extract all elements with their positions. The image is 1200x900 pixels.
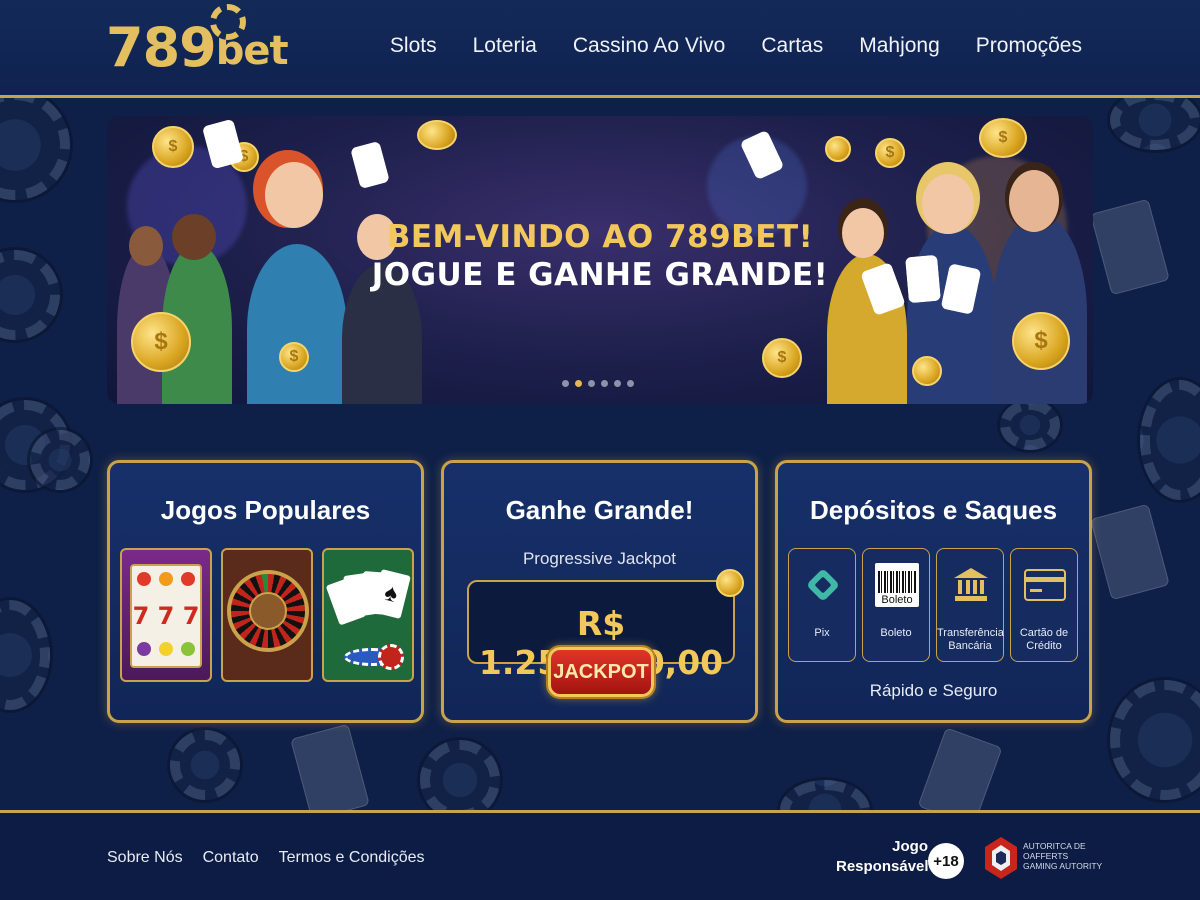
main-nav: Slots Loteria Cassino Ao Vivo Cartas Mah… (390, 30, 1082, 62)
coin-icon (825, 136, 851, 162)
jackpot-subtitle: Progressive Jackpot (522, 549, 677, 568)
site-header: 789 bet Slots Loteria Cassino Ao Vivo Ca… (0, 0, 1200, 98)
carousel-dot-active[interactable] (575, 380, 582, 387)
jackpot-panel-title: Ganhe Grande! (505, 495, 694, 525)
coin-icon: $ (279, 342, 309, 372)
nav-cassino-ao-vivo[interactable]: Cassino Ao Vivo (573, 30, 726, 62)
carousel-dots (562, 380, 634, 387)
person-illustration (247, 244, 347, 404)
poker-chip-icon (210, 4, 246, 40)
nav-mahjong[interactable]: Mahjong (859, 30, 940, 62)
payments-panel: Depósitos e Saques Pix Boleto Boleto Tra… (775, 460, 1092, 723)
coin-icon: $ (979, 118, 1027, 158)
hero-title-line1: BEM-VINDO AO 789BET! (386, 219, 814, 255)
hero-title-line2: JOGUE E GANHE GRANDE! (371, 257, 829, 293)
carousel-dot[interactable] (601, 380, 608, 387)
gaming-authority-logo-icon (983, 835, 1019, 881)
credit-card-icon (1023, 563, 1067, 607)
playing-card-icon (905, 254, 941, 304)
nav-slots[interactable]: Slots (390, 30, 437, 62)
responsible-line1: Jogo (892, 838, 928, 855)
bank-icon (949, 563, 993, 607)
jackpot-panel: Ganhe Grande! Progressive Jackpot R$ 1.2… (441, 460, 758, 723)
roulette-game[interactable] (221, 548, 313, 682)
popular-games-list: 7 7 7 ♠ (120, 548, 414, 682)
slot-reels: 7 7 7 (132, 602, 200, 630)
person-head (842, 208, 884, 258)
payment-credit-card[interactable]: Cartão de Crédito (1010, 548, 1078, 662)
barcode-text: Boleto (881, 594, 913, 606)
playing-card-icon (350, 140, 390, 190)
person-head (265, 162, 323, 228)
gaming-authority-text: AUTORITCA DE OAFFERTS GAMING AUTORITY (1023, 841, 1103, 871)
barcode-icon: Boleto (875, 563, 919, 607)
payment-label: Cartão de Crédito (1019, 627, 1069, 652)
footer-links: Sobre Nós Contato Termos e Condições (107, 849, 424, 867)
carousel-dot[interactable] (562, 380, 569, 387)
person-head (172, 214, 216, 260)
slot-machine-game[interactable]: 7 7 7 (120, 548, 212, 682)
payments-title: Depósitos e Saques (809, 495, 1058, 525)
person-head (129, 226, 163, 266)
payment-label: Boleto (880, 627, 912, 639)
hero-title: BEM-VINDO AO 789BET! JOGUE E GANHE GRAND… (367, 218, 833, 294)
nav-loteria[interactable]: Loteria (473, 30, 537, 62)
payment-pix[interactable]: Pix (788, 548, 856, 662)
card-game[interactable]: ♠ (322, 548, 414, 682)
brand-logo[interactable]: 789 bet (106, 4, 289, 80)
nav-promocoes[interactable]: Promoções (976, 30, 1082, 62)
responsible-line2: Responsável (836, 858, 929, 875)
payment-bank-transfer[interactable]: Transferência Bancária (936, 548, 1004, 662)
payment-methods: Pix Boleto Boleto Transferência Bancária… (788, 548, 1078, 662)
coin-icon: $ (762, 338, 802, 378)
payment-label: Transferência Bancária (937, 627, 1004, 652)
coin-icon: $ (131, 312, 191, 372)
footer-link-contato[interactable]: Contato (203, 849, 259, 867)
carousel-dot[interactable] (588, 380, 595, 387)
popular-games-panel: Jogos Populares 7 7 7 ♠ (107, 460, 424, 723)
popular-games-title: Jogos Populares (160, 495, 371, 525)
payments-footer-text: Rápido e Seguro (869, 681, 998, 700)
nav-cartas[interactable]: Cartas (761, 30, 823, 62)
age-restriction-badge: +18 (928, 843, 964, 879)
person-illustration (992, 214, 1087, 404)
person-head (922, 174, 974, 234)
responsible-gaming[interactable]: Jogo Responsável (836, 837, 929, 877)
carousel-dot[interactable] (627, 380, 634, 387)
coin-icon (417, 120, 457, 150)
coin-icon (716, 569, 744, 597)
carousel-dot[interactable] (614, 380, 621, 387)
pix-icon (801, 563, 845, 607)
payment-label: Pix (814, 627, 830, 639)
coin-icon (912, 356, 942, 386)
hero-banner[interactable]: $ $ $ $ $ $ $ $ BEM-VINDO AO 789BET! JOG… (107, 116, 1093, 404)
coin-icon: $ (875, 138, 905, 168)
person-head (1009, 170, 1059, 232)
site-footer: Sobre Nós Contato Termos e Condições Jog… (0, 810, 1200, 900)
logo-number: 789 (106, 16, 217, 79)
coin-icon: $ (1012, 312, 1070, 370)
footer-link-sobre-nos[interactable]: Sobre Nós (107, 849, 183, 867)
coin-icon: $ (152, 126, 194, 168)
footer-link-termos[interactable]: Termos e Condições (279, 849, 425, 867)
jackpot-badge[interactable]: JACKPOT (548, 647, 654, 697)
payment-boleto[interactable]: Boleto Boleto (862, 548, 930, 662)
